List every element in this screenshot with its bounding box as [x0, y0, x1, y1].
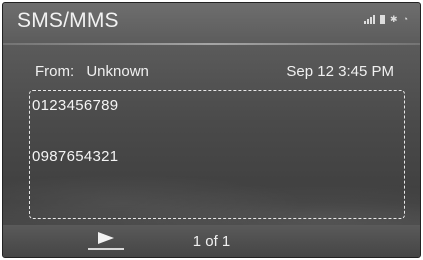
message-body[interactable]: 0123456789 0987654321 [29, 90, 405, 219]
bottom-bar: 1 of 1 [3, 225, 420, 257]
message-line: 0123456789 [32, 97, 119, 114]
header-divider [3, 43, 420, 45]
bluetooth-icon: ✱ [390, 14, 398, 24]
message-datetime: Sep 12 3:45 PM [286, 63, 394, 80]
message-line: 0987654321 [32, 148, 119, 165]
from-label: From: [35, 63, 75, 80]
status-icons: ✱ ◔ [364, 14, 408, 24]
wifi-icon: ◔ [402, 14, 408, 24]
page-indicator: 1 of 1 [192, 233, 231, 250]
sms-screen: SMS/MMS ✱ ◔ From: Unknown Sep 12 3:45 PM… [2, 2, 421, 258]
sender-row: From: Unknown [35, 63, 149, 80]
signal-icon [364, 14, 376, 24]
screen-title: SMS/MMS [17, 9, 119, 32]
sender-name: Unknown [86, 63, 149, 80]
battery-icon [380, 15, 386, 24]
